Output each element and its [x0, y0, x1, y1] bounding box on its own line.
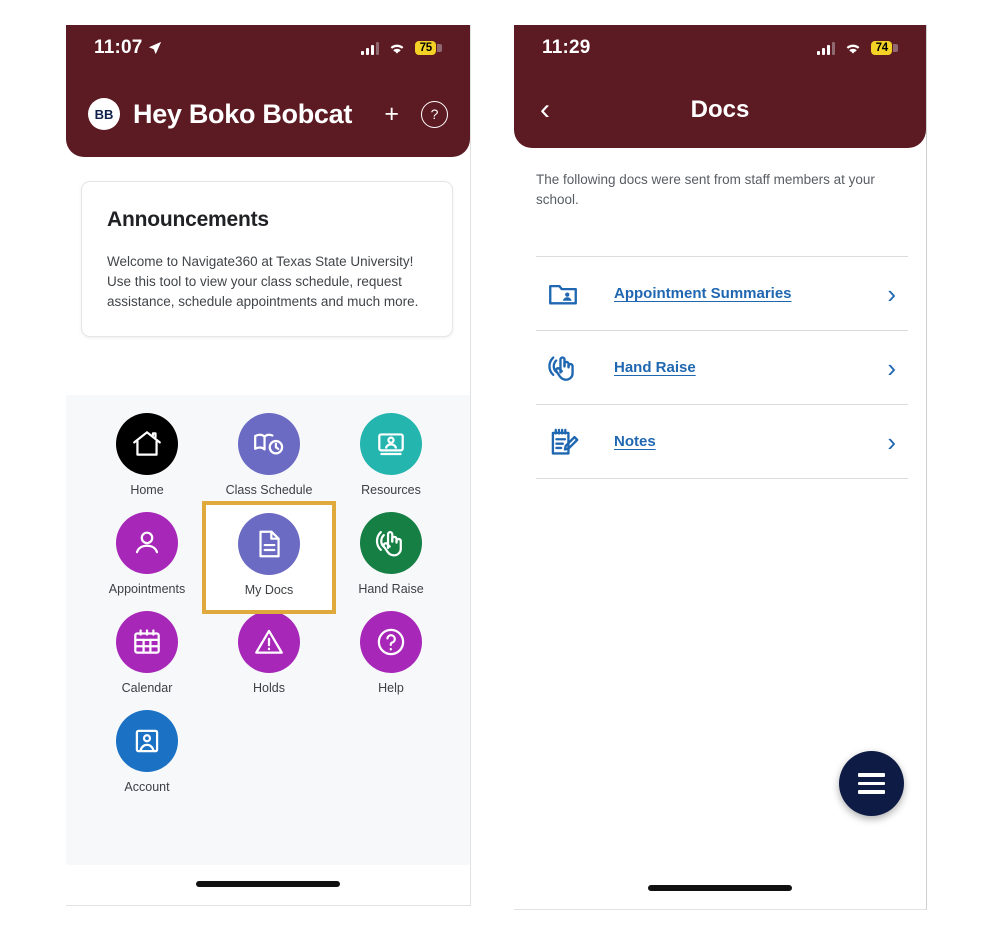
left-phone-screen: 11:07 75 BB Hey Boko Bobcat + ? Announce…: [66, 25, 471, 906]
resources-icon: [360, 413, 422, 475]
cellular-signal-icon: [816, 41, 835, 55]
wifi-icon: [846, 44, 859, 54]
chevron-right-icon[interactable]: ›: [887, 429, 908, 455]
person-icon: [116, 512, 178, 574]
help-icon[interactable]: ?: [421, 100, 448, 128]
chevron-right-icon[interactable]: ›: [887, 355, 908, 381]
docs-list-item-label[interactable]: Appointment Summaries: [614, 285, 792, 302]
grid-tile-account[interactable]: Account: [86, 706, 208, 805]
grid-tile-holds[interactable]: Holds: [208, 607, 330, 706]
grid-tile-label: My Docs: [244, 583, 294, 597]
docs-list-item[interactable]: Appointment Summaries ›: [536, 256, 908, 330]
announcements-card: Announcements Welcome to Navigate360 at …: [81, 181, 453, 337]
left-header-row: BB Hey Boko Bobcat + ?: [66, 71, 470, 157]
docs-list: Appointment Summaries › Hand Raise › Notes ›: [536, 256, 908, 479]
status-indicators: 75: [360, 41, 442, 55]
battery-cap: [893, 44, 898, 52]
home-indicator: [648, 885, 792, 891]
shortcut-grid-panel: Home Class Schedule Resources Appointments M…: [66, 395, 470, 865]
grid-tile-label: Holds: [253, 681, 285, 695]
right-status-bar: 11:29 74: [514, 25, 926, 71]
back-button[interactable]: ‹: [540, 94, 568, 125]
grid-tile-label: Account: [124, 780, 170, 794]
battery-level: 74: [870, 41, 892, 55]
grid-tile-label: Hand Raise: [358, 582, 424, 596]
grid-tile-my-docs[interactable]: My Docs: [202, 501, 336, 614]
docs-intro-text: The following docs were sent from staff …: [536, 172, 875, 207]
folder-person-icon: [536, 277, 592, 311]
warning-icon: [238, 611, 300, 673]
calendar-icon: [116, 611, 178, 673]
hand-raise-icon: [360, 512, 422, 574]
right-header-row: ‹ Docs: [514, 71, 926, 148]
docs-list-item[interactable]: Hand Raise ›: [536, 330, 908, 404]
left-status-bar: 11:07 75: [66, 25, 470, 71]
battery-indicator: 74: [870, 41, 898, 55]
grid-tile-label: Calendar: [121, 681, 173, 695]
status-time: 11:07: [94, 37, 143, 58]
grid-tile-label: Home: [130, 483, 164, 497]
grid-tile-class-schedule[interactable]: Class Schedule: [208, 409, 330, 508]
grid-tile-label: Help: [378, 681, 404, 695]
hand-raise-icon: [536, 351, 592, 385]
document-icon: [238, 513, 300, 575]
chevron-right-icon[interactable]: ›: [887, 281, 908, 307]
shortcut-grid: Home Class Schedule Resources Appointments M…: [86, 409, 452, 805]
account-card-icon: [116, 710, 178, 772]
cellular-signal-icon: [360, 41, 379, 55]
grid-tile-label: Resources: [361, 483, 421, 497]
question-icon: [360, 611, 422, 673]
list-divider: [536, 478, 908, 479]
status-time: 11:29: [542, 37, 591, 58]
status-clock: 11:29: [542, 37, 591, 59]
docs-list-item-label[interactable]: Notes: [614, 433, 656, 450]
grid-tile-calendar[interactable]: Calendar: [86, 607, 208, 706]
grid-tile-label: Appointments: [108, 582, 186, 596]
screenshot-stage: 11:07 75 BB Hey Boko Bobcat + ? Announce…: [0, 0, 1004, 941]
add-button[interactable]: +: [384, 101, 399, 127]
grid-tile-hand-raise[interactable]: Hand Raise: [330, 508, 452, 607]
announcements-body: Welcome to Navigate360 at Texas State Un…: [107, 254, 419, 309]
page-title: Docs: [690, 95, 750, 123]
greeting-title: Hey Boko Bobcat: [133, 98, 353, 129]
location-arrow-icon: [148, 41, 161, 55]
battery-level: 75: [414, 41, 436, 55]
wifi-icon: [390, 44, 403, 54]
home-indicator: [196, 881, 340, 887]
grid-tile-home[interactable]: Home: [86, 409, 208, 508]
announcements-title: Announcements: [107, 208, 269, 231]
grid-tile-label: Class Schedule: [225, 483, 313, 497]
class-schedule-icon: [238, 413, 300, 475]
right-phone-screen: 11:29 74 ‹ Docs The following docs were …: [514, 25, 927, 910]
grid-tile-resources[interactable]: Resources: [330, 409, 452, 508]
avatar[interactable]: BB: [88, 98, 120, 130]
docs-list-item[interactable]: Notes ›: [536, 404, 908, 478]
header-actions: + ?: [384, 100, 448, 128]
status-indicators: 74: [816, 41, 898, 55]
status-clock: 11:07: [94, 37, 162, 59]
battery-indicator: 75: [414, 41, 442, 55]
home-icon: [116, 413, 178, 475]
hamburger-menu-icon[interactable]: [839, 751, 904, 816]
notepad-pencil-icon: [536, 425, 592, 459]
docs-list-item-label[interactable]: Hand Raise: [614, 359, 696, 376]
grid-tile-help[interactable]: Help: [330, 607, 452, 706]
battery-cap: [437, 44, 442, 52]
grid-tile-appointments[interactable]: Appointments: [86, 508, 208, 607]
